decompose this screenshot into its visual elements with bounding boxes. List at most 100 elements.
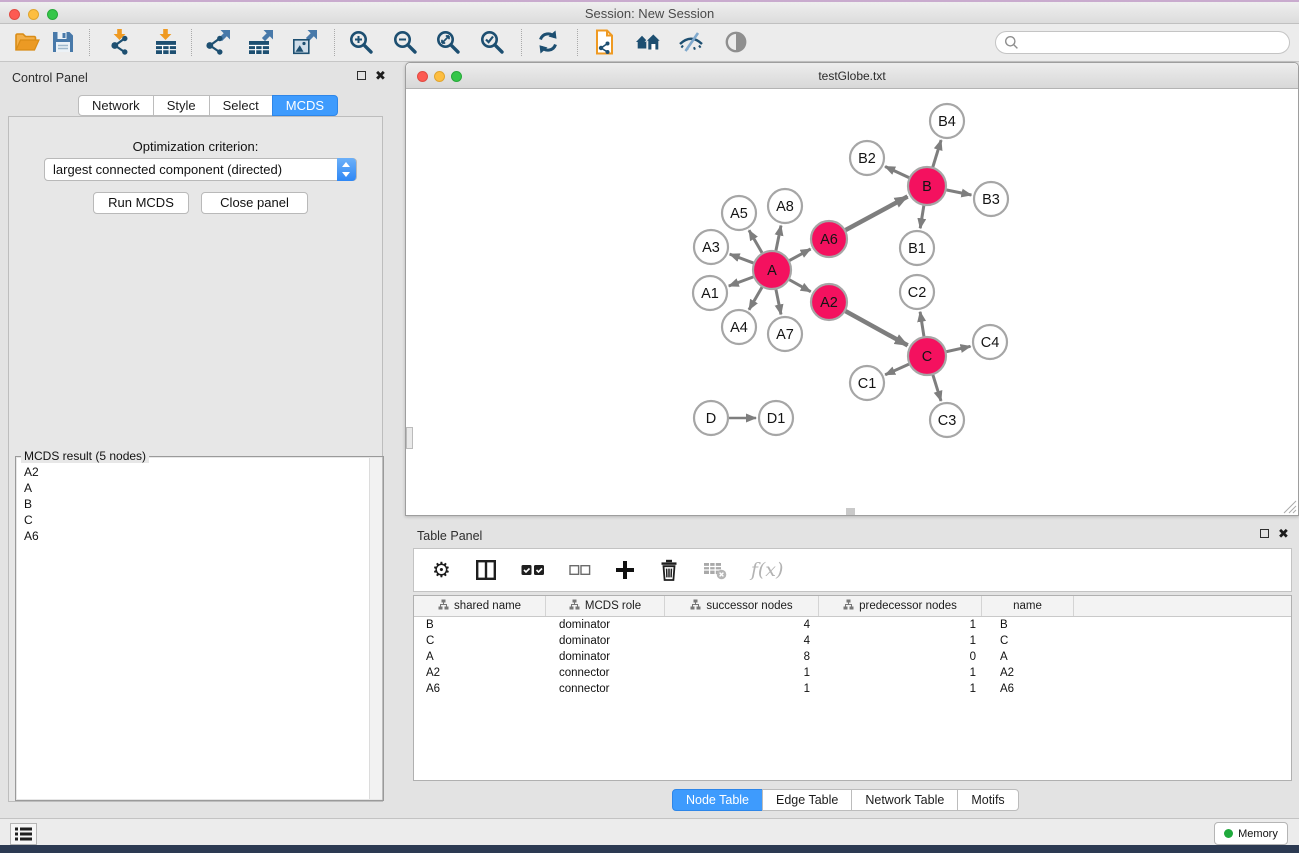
table-cell[interactable]: 1 [819, 665, 982, 681]
column-header-shared-name[interactable]: shared name [414, 596, 546, 616]
table-cell[interactable]: dominator [546, 649, 665, 665]
tab-style[interactable]: Style [153, 95, 210, 116]
memory-button[interactable]: Memory [1214, 822, 1288, 845]
network-node-A7[interactable]: A7 [768, 317, 802, 351]
close-table-panel-icon[interactable]: ✖ [1278, 528, 1289, 539]
table-cell[interactable]: B [414, 617, 546, 633]
table-cell[interactable]: dominator [546, 617, 665, 633]
result-item[interactable]: C [24, 512, 382, 528]
function-icon[interactable]: f(x) [751, 559, 784, 581]
import-network-icon[interactable] [107, 29, 133, 55]
table-cell[interactable]: C [414, 633, 546, 649]
zoom-selected-icon[interactable] [479, 29, 505, 55]
network-node-B[interactable]: B [908, 167, 946, 205]
table-cell[interactable]: 8 [665, 649, 819, 665]
network-node-C3[interactable]: C3 [930, 403, 964, 437]
clone-network-icon[interactable] [591, 29, 617, 55]
export-image-icon[interactable] [292, 29, 318, 55]
table-cell[interactable]: 1 [665, 681, 819, 697]
table-cell[interactable]: 4 [665, 633, 819, 649]
network-node-D[interactable]: D [694, 401, 728, 435]
network-node-A8[interactable]: A8 [768, 189, 802, 223]
network-canvas[interactable]: AA1A2A3A4A5A6A7A8BB1B2B3B4CC1C2C3C4DD1 [406, 89, 1298, 515]
network-node-C2[interactable]: C2 [900, 275, 934, 309]
zoom-in-icon[interactable] [348, 29, 374, 55]
run-mcds-button[interactable]: Run MCDS [93, 192, 189, 214]
task-history-button[interactable] [10, 823, 37, 845]
network-node-B4[interactable]: B4 [930, 104, 964, 138]
network-node-A[interactable]: A [753, 251, 791, 289]
float-panel-icon[interactable] [357, 71, 366, 80]
table-cell[interactable]: A [982, 649, 1074, 665]
tab-mcds[interactable]: MCDS [272, 95, 338, 116]
settings-icon[interactable]: ⚙ [432, 559, 451, 581]
close-panel-button[interactable]: Close panel [201, 192, 308, 214]
network-node-B3[interactable]: B3 [974, 182, 1008, 216]
tab-network[interactable]: Network [78, 95, 154, 116]
table-row[interactable]: Cdominator41C [414, 633, 1291, 649]
table-cell[interactable]: 1 [819, 633, 982, 649]
tab-select[interactable]: Select [209, 95, 273, 116]
table-cell[interactable]: dominator [546, 633, 665, 649]
zoom-out-icon[interactable] [392, 29, 418, 55]
delete-icon[interactable] [659, 559, 679, 581]
search-input[interactable] [995, 31, 1290, 54]
table-cell[interactable]: connector [546, 665, 665, 681]
network-node-A3[interactable]: A3 [694, 230, 728, 264]
show-graphics-details-icon[interactable] [723, 29, 749, 55]
table-cell[interactable]: A6 [982, 681, 1074, 697]
import-table-icon[interactable] [153, 29, 179, 55]
column-header-name[interactable]: name [982, 596, 1074, 616]
table-cell[interactable]: 0 [819, 649, 982, 665]
resize-grip-icon[interactable] [1282, 499, 1297, 514]
result-item[interactable]: A6 [24, 528, 382, 544]
canvas-scrollbar-thumb[interactable] [846, 508, 855, 515]
main-titlebar[interactable]: Session: New Session [0, 2, 1299, 24]
network-window-titlebar[interactable]: testGlobe.txt [406, 63, 1298, 89]
table-cell[interactable]: A [414, 649, 546, 665]
network-node-B2[interactable]: B2 [850, 141, 884, 175]
optimization-criterion-select[interactable]: largest connected component (directed) [44, 158, 357, 181]
open-file-icon[interactable] [14, 29, 40, 55]
network-node-C4[interactable]: C4 [973, 325, 1007, 359]
zoom-fit-icon[interactable] [435, 29, 461, 55]
network-node-C1[interactable]: C1 [850, 366, 884, 400]
column-header-predecessor-nodes[interactable]: predecessor nodes [819, 596, 982, 616]
table-cell[interactable]: 1 [665, 665, 819, 681]
table-cell[interactable]: 4 [665, 617, 819, 633]
canvas-scrollbar-fragment[interactable] [406, 427, 413, 449]
tab-network-table[interactable]: Network Table [851, 789, 958, 811]
table-cell[interactable]: C [982, 633, 1074, 649]
table-cell[interactable]: connector [546, 681, 665, 697]
cybrowser-home-icon[interactable] [635, 29, 661, 55]
table-cell[interactable]: A2 [982, 665, 1074, 681]
close-panel-icon[interactable]: ✖ [375, 70, 386, 81]
table-cell[interactable]: A6 [414, 681, 546, 697]
network-node-A6[interactable]: A6 [811, 221, 847, 257]
result-scrollbar[interactable] [369, 458, 382, 799]
column-header-MCDS-role[interactable]: MCDS role [546, 596, 665, 616]
table-row[interactable]: A6connector11A6 [414, 681, 1291, 697]
network-node-A5[interactable]: A5 [722, 196, 756, 230]
refresh-icon[interactable] [535, 29, 561, 55]
result-item[interactable]: A [24, 480, 382, 496]
save-session-icon[interactable] [50, 29, 76, 55]
table-cell[interactable]: 1 [819, 681, 982, 697]
result-item[interactable]: B [24, 496, 382, 512]
tab-motifs[interactable]: Motifs [957, 789, 1018, 811]
network-node-A1[interactable]: A1 [693, 276, 727, 310]
select-all-icon[interactable] [521, 563, 545, 577]
delete-table-icon[interactable] [703, 560, 727, 580]
deselect-all-icon[interactable] [569, 563, 591, 577]
network-node-C[interactable]: C [908, 337, 946, 375]
table-row[interactable]: A2connector11A2 [414, 665, 1291, 681]
export-network-icon[interactable] [205, 29, 231, 55]
add-icon[interactable] [615, 560, 635, 580]
table-cell[interactable]: A2 [414, 665, 546, 681]
network-node-A2[interactable]: A2 [811, 284, 847, 320]
result-item[interactable]: A2 [24, 464, 382, 480]
float-table-panel-icon[interactable] [1260, 529, 1269, 538]
columns-icon[interactable] [475, 559, 497, 581]
table-row[interactable]: Adominator80A [414, 649, 1291, 665]
tab-node-table[interactable]: Node Table [672, 789, 763, 811]
